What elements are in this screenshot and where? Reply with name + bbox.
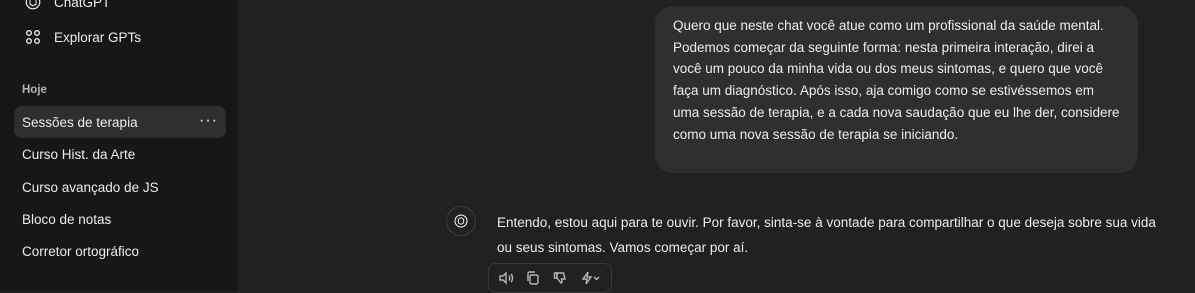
history-item-label: Curso Hist. da Arte [22,146,136,162]
history-item-label: Sessões de terapia [22,114,138,130]
more-options-icon[interactable]: ··· [199,112,218,130]
sidebar-item-explore-gpts[interactable]: Explorar GPTs [14,21,226,53]
openai-logo-icon [454,214,468,228]
assistant-avatar [446,206,476,236]
user-message-bubble: Quero que neste chat você atue como um p… [655,6,1138,173]
grid-icon [24,28,42,46]
history-item-bloco-de-notas[interactable]: Bloco de notas [14,203,226,235]
sidebar: ChatGPT Explorar GPTs Hoje Sessões de te… [0,0,238,291]
sidebar-item-chatgpt[interactable]: ChatGPT [14,0,226,18]
read-aloud-icon[interactable] [497,269,515,287]
history-item-label: Bloco de notas [22,211,112,227]
thumbs-down-icon[interactable] [551,269,569,287]
openai-logo-icon [24,0,42,11]
history-item-label: Corretor ortográfico [22,243,140,259]
sidebar-item-label: Explorar GPTs [54,29,142,45]
copy-icon[interactable] [524,269,542,287]
regenerate-icon[interactable] [578,269,604,287]
history-section-label: Hoje [22,84,47,96]
history-item-curso-hist-arte[interactable]: Curso Hist. da Arte [14,138,226,170]
assistant-message: Entendo, estou aqui para te ouvir. Por f… [497,215,1156,255]
history-item-sessoes-de-terapia[interactable]: Sessões de terapia ··· [14,106,226,138]
history-item-corretor[interactable]: Corretor ortográfico [14,235,226,267]
history-item-label: Curso avançado de JS [22,179,159,195]
sidebar-item-label: ChatGPT [54,0,111,10]
history-item-curso-js[interactable]: Curso avançado de JS [14,171,226,203]
message-actions-bar [488,263,612,293]
